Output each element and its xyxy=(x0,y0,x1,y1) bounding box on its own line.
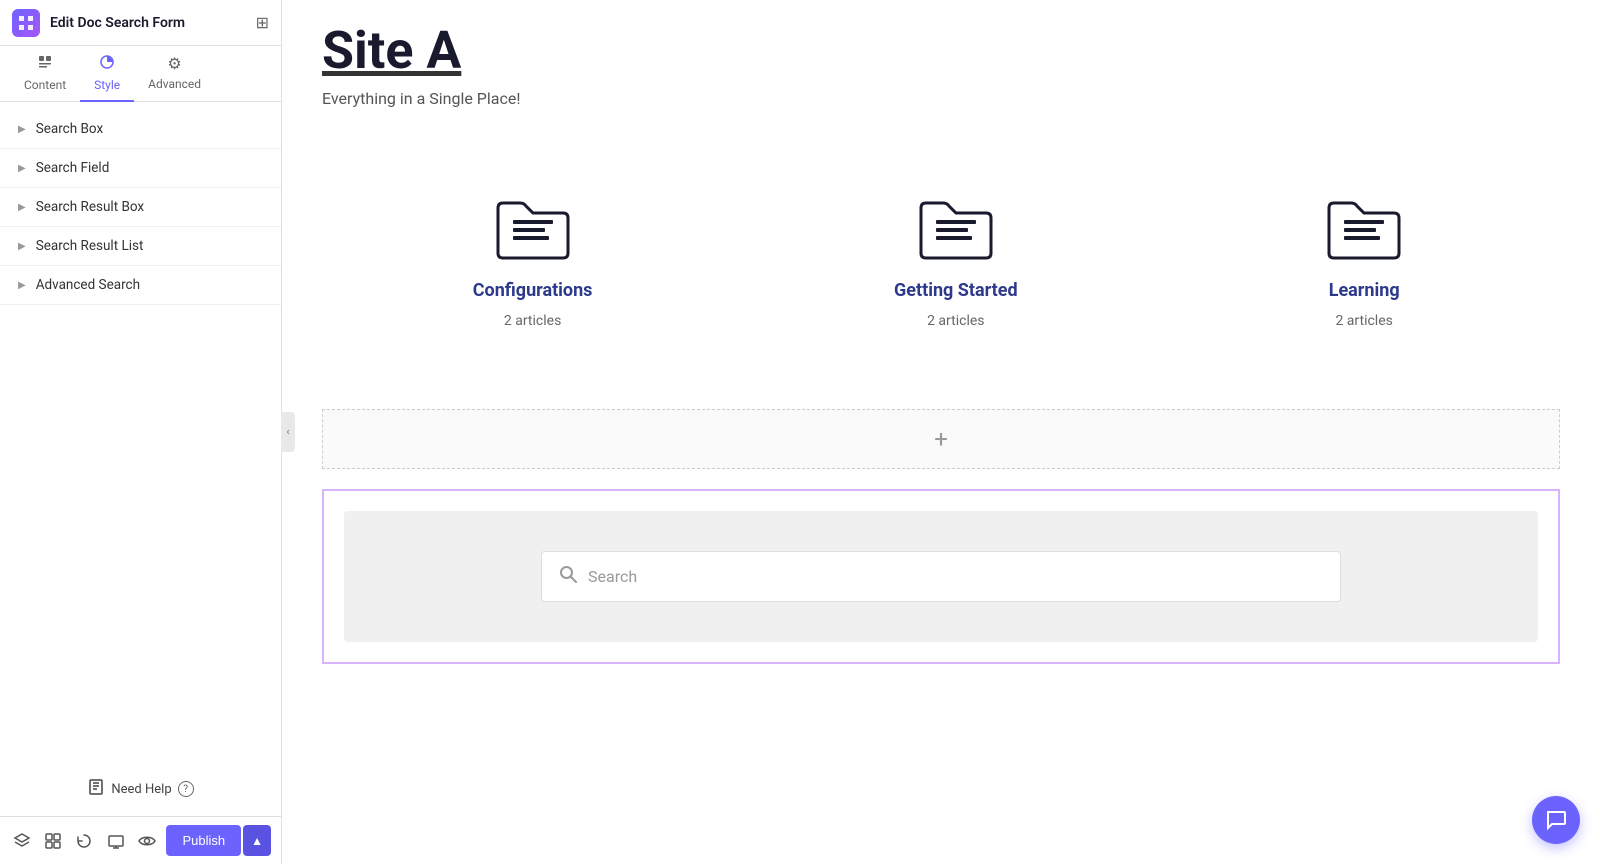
chevron-right-icon: ▶ xyxy=(18,280,26,291)
tab-style-label: Style xyxy=(94,78,120,92)
card-title-configurations: Configurations xyxy=(473,280,593,301)
menu-item-search-field[interactable]: ▶ Search Field xyxy=(0,149,281,188)
help-info-icon: ? xyxy=(178,781,194,797)
responsive-icon[interactable] xyxy=(104,825,127,857)
sidebar-menu: ▶ Search Box ▶ Search Field ▶ Search Res… xyxy=(0,102,281,762)
publish-button[interactable]: Publish xyxy=(166,825,241,856)
menu-item-advanced-search[interactable]: ▶ Advanced Search xyxy=(0,266,281,305)
layers-icon[interactable] xyxy=(10,825,33,857)
add-section-button[interactable]: + xyxy=(322,409,1560,469)
menu-item-search-result-box[interactable]: ▶ Search Result Box xyxy=(0,188,281,227)
search-section: Search xyxy=(322,489,1560,664)
chevron-right-icon: ▶ xyxy=(18,202,26,213)
need-help-link[interactable]: Need Help ? xyxy=(0,762,281,816)
search-placeholder-text: Search xyxy=(588,567,637,586)
bottom-toolbar: Publish ▲ xyxy=(0,816,281,864)
cards-row: Configurations 2 articles Getting Starte… xyxy=(322,148,1560,369)
card-title-learning: Learning xyxy=(1329,280,1400,301)
chevron-right-icon: ▶ xyxy=(18,163,26,174)
tab-advanced-label: Advanced xyxy=(148,77,201,91)
publish-group: Publish ▲ xyxy=(166,825,271,856)
tab-content[interactable]: Content xyxy=(10,46,80,102)
sidebar-collapse-handle[interactable]: ‹ xyxy=(281,412,295,452)
content-tab-icon xyxy=(37,54,53,74)
menu-item-search-box[interactable]: ▶ Search Box xyxy=(0,110,281,149)
card-articles-learning: 2 articles xyxy=(1335,313,1392,329)
help-book-icon xyxy=(87,778,105,800)
history-icon[interactable] xyxy=(73,825,96,857)
menu-label-search-box: Search Box xyxy=(36,121,104,137)
sidebar-header: Edit Doc Search Form ⊞ xyxy=(0,0,281,46)
tab-advanced[interactable]: ⚙ Advanced xyxy=(134,46,215,102)
search-icon xyxy=(558,564,578,589)
sidebar-title: Edit Doc Search Form xyxy=(50,15,246,31)
need-help-label: Need Help xyxy=(111,782,171,797)
tab-style[interactable]: Style xyxy=(80,46,134,102)
card-articles-getting-started: 2 articles xyxy=(927,313,984,329)
sidebar: Edit Doc Search Form ⊞ Content xyxy=(0,0,282,864)
publish-arrow-button[interactable]: ▲ xyxy=(243,825,271,856)
menu-label-search-field: Search Field xyxy=(36,160,110,176)
page-area: Site A Everything in a Single Place! Con… xyxy=(282,0,1600,864)
menu-label-search-result-list: Search Result List xyxy=(36,238,144,254)
card-getting-started[interactable]: Getting Started 2 articles xyxy=(854,168,1058,349)
menu-item-search-result-list[interactable]: ▶ Search Result List xyxy=(0,227,281,266)
search-input-wrapper[interactable]: Search xyxy=(541,551,1341,602)
grid-icon[interactable]: ⊞ xyxy=(256,13,269,32)
stack-icon[interactable] xyxy=(41,825,64,857)
folder-icon-configurations xyxy=(488,188,578,268)
folder-icon-getting-started xyxy=(911,188,1001,268)
site-title: Site A xyxy=(322,20,1560,81)
card-learning[interactable]: Learning 2 articles xyxy=(1279,168,1449,349)
site-subtitle: Everything in a Single Place! xyxy=(322,89,1560,108)
folder-icon-learning xyxy=(1319,188,1409,268)
card-title-getting-started: Getting Started xyxy=(894,280,1018,301)
advanced-tab-icon: ⚙ xyxy=(167,54,181,73)
chat-bubble-button[interactable] xyxy=(1532,796,1580,844)
menu-label-advanced-search: Advanced Search xyxy=(36,277,140,293)
tabs-bar: Content Style ⚙ Advanced xyxy=(0,46,281,102)
card-configurations[interactable]: Configurations 2 articles xyxy=(433,168,633,349)
chevron-right-icon: ▶ xyxy=(18,124,26,135)
chevron-right-icon: ▶ xyxy=(18,241,26,252)
main-content: Site A Everything in a Single Place! Con… xyxy=(282,0,1600,864)
app-logo-icon xyxy=(12,9,40,37)
plus-icon: + xyxy=(934,425,948,453)
menu-label-search-result-box: Search Result Box xyxy=(36,199,144,215)
eye-icon[interactable] xyxy=(135,825,158,857)
style-tab-icon xyxy=(99,54,115,74)
card-articles-configurations: 2 articles xyxy=(504,313,561,329)
search-box-container: Search xyxy=(344,511,1538,642)
tab-content-label: Content xyxy=(24,78,66,92)
